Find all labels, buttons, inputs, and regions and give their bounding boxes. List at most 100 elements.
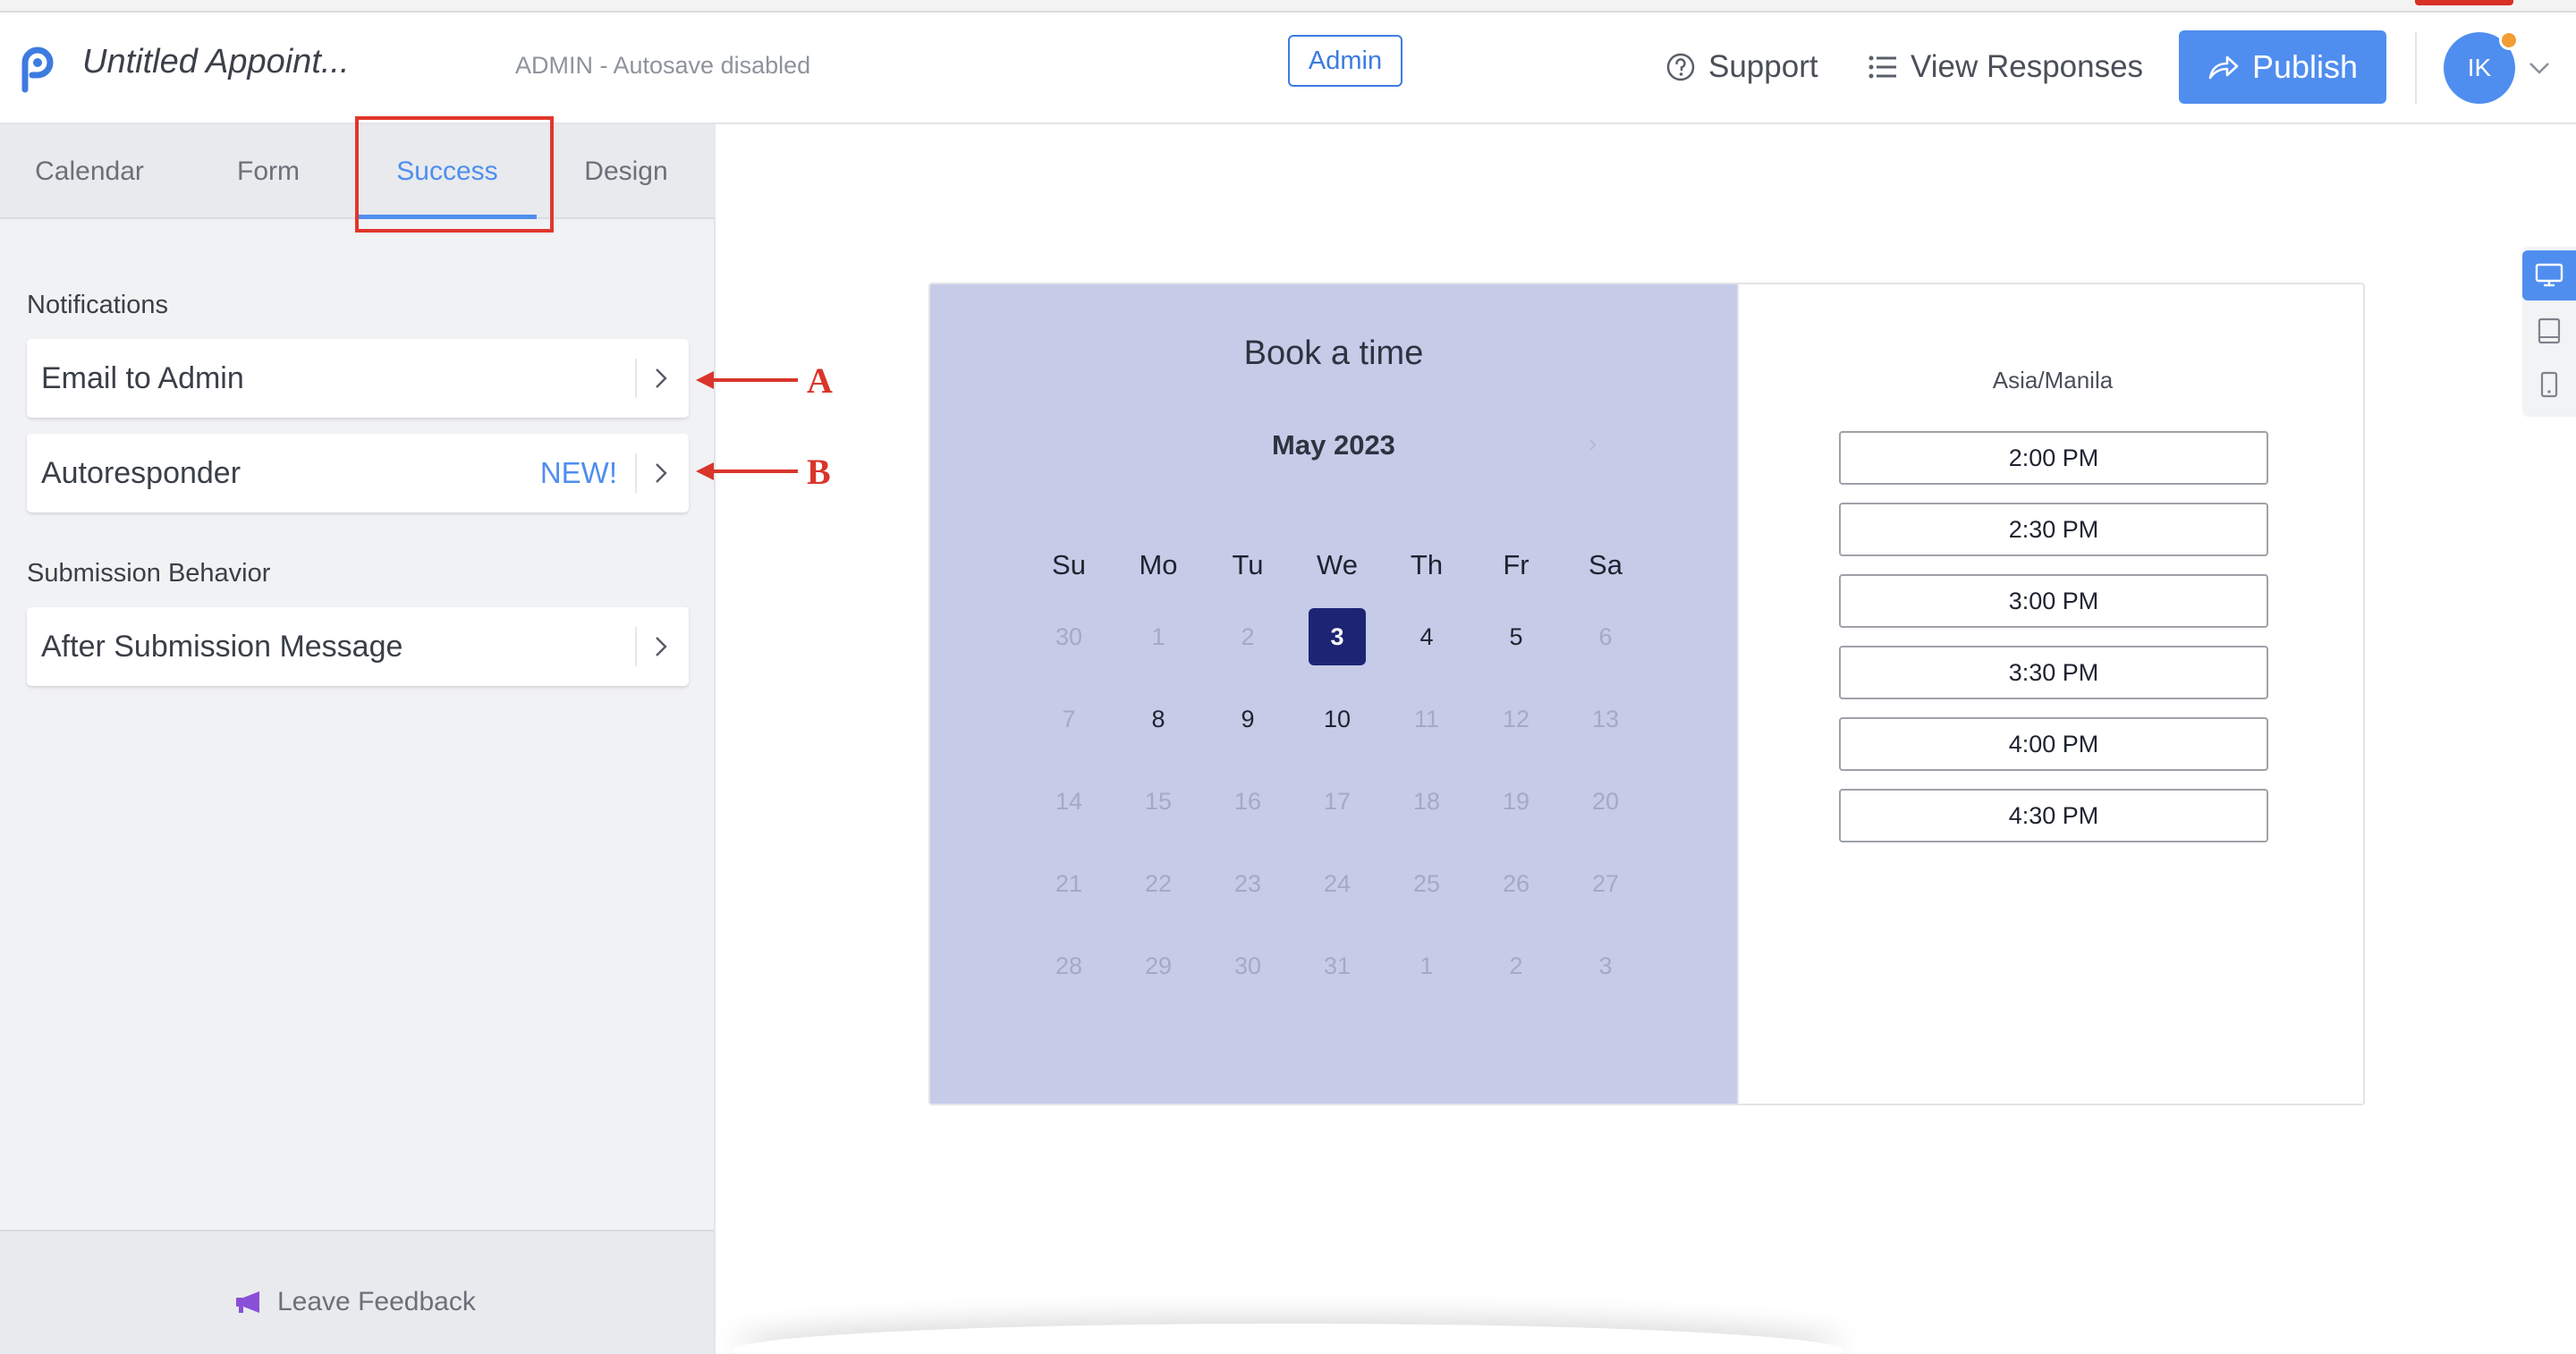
calendar-day: 13: [1591, 705, 1620, 732]
notifications-heading: Notifications: [27, 291, 168, 319]
chevron-right-icon: [656, 637, 667, 656]
publish-button[interactable]: Publish: [2179, 30, 2386, 104]
calendar-day: 31: [1323, 952, 1352, 979]
tab-design[interactable]: Design: [537, 124, 716, 219]
publish-label: Publish: [2251, 48, 2359, 85]
calendar-day: 2: [1509, 952, 1523, 979]
admin-badge[interactable]: Admin: [1288, 35, 1402, 87]
form-title[interactable]: Untitled Appoint...: [82, 43, 350, 81]
tablet-icon: [2538, 317, 2561, 344]
calendar-pane: Book a time May 2023 › Su Mo Tu We Th Fr Sa 30…: [930, 284, 1737, 1104]
calendar-day: 29: [1144, 952, 1173, 979]
autosave-status: ADMIN - Autosave disabled: [515, 52, 811, 79]
timezone-label[interactable]: Asia/Manila: [1739, 367, 2363, 394]
browser-record-indicator: [2415, 0, 2513, 5]
support-label: Support: [1708, 49, 1818, 84]
calendar-day: 17: [1323, 787, 1352, 815]
share-icon: [2208, 55, 2239, 80]
calendar-day: 26: [1502, 869, 1530, 897]
weekday-label: Su: [1052, 549, 1086, 580]
calendar-day[interactable]: 4: [1398, 608, 1455, 665]
calendar-day: 22: [1144, 869, 1173, 897]
row-divider: [635, 359, 637, 398]
mobile-view-button[interactable]: [2522, 360, 2576, 410]
calendar-day[interactable]: 5: [1487, 608, 1545, 665]
weekday-label: We: [1317, 549, 1358, 580]
preview-bottom-shadow: [733, 1324, 1843, 1354]
header-separator: [2415, 32, 2417, 104]
calendar-day: 24: [1323, 869, 1352, 897]
help-circle-icon: [1666, 53, 1695, 81]
calendar-day: 27: [1591, 869, 1620, 897]
app-logo-icon[interactable]: [18, 43, 54, 93]
weekday-label: Mo: [1139, 549, 1178, 580]
view-responses-link[interactable]: View Responses: [1868, 45, 2143, 89]
annotation-letter-b: B: [807, 452, 831, 492]
chevron-right-icon: [656, 368, 667, 388]
chevron-right-icon: [656, 463, 667, 483]
next-month-icon[interactable]: ›: [1589, 429, 1597, 458]
device-switcher: [2522, 247, 2576, 417]
megaphone-icon: [236, 1291, 259, 1313]
selected-day[interactable]: 3: [1309, 608, 1366, 665]
calendar-day: 28: [1055, 952, 1083, 979]
calendar-day: 20: [1591, 787, 1620, 815]
annotation-arrow-b-icon: [696, 462, 798, 480]
time-slot-button[interactable]: 3:30 PM: [1839, 646, 2268, 699]
list-icon: [1868, 55, 1896, 79]
leave-feedback-label: Leave Feedback: [277, 1287, 476, 1316]
row-divider: [635, 453, 637, 493]
calendar-day: 19: [1502, 787, 1530, 815]
weekday-label: Tu: [1232, 549, 1264, 580]
row-label: Autoresponder: [41, 455, 242, 490]
annotation-letter-a: A: [807, 360, 833, 401]
time-slot-button[interactable]: 4:30 PM: [1839, 789, 2268, 842]
tablet-view-button[interactable]: [2522, 306, 2576, 356]
calendar-day: 15: [1144, 787, 1173, 815]
time-slot-button[interactable]: 2:00 PM: [1839, 431, 2268, 485]
feedback-footer: Leave Feedback: [0, 1230, 714, 1354]
calendar-day: 30: [1055, 622, 1083, 650]
calendar-day: 25: [1412, 869, 1441, 897]
calendar-day: 6: [1598, 622, 1613, 650]
calendar-day: 14: [1055, 787, 1083, 815]
annotation-arrow-a-icon: [696, 371, 798, 389]
app-header: Untitled Appoint... ADMIN - Autosave dis…: [0, 13, 2576, 124]
support-link[interactable]: Support: [1665, 45, 1818, 89]
calendar-day: 18: [1412, 787, 1441, 815]
calendar-day: 16: [1233, 787, 1262, 815]
chevron-down-icon[interactable]: [2528, 59, 2551, 77]
calendar-day: 3: [1598, 952, 1613, 979]
settings-sidebar: Calendar Form Success Design Notificatio…: [0, 124, 716, 1354]
booking-title: Book a time: [1243, 334, 1424, 372]
app-window: Untitled Appoint... ADMIN - Autosave dis…: [0, 0, 2576, 1354]
row-label: After Submission Message: [41, 629, 403, 664]
time-slot-button[interactable]: 4:00 PM: [1839, 717, 2268, 771]
email-to-admin-row[interactable]: Email to Admin: [27, 339, 689, 418]
desktop-view-button[interactable]: [2522, 250, 2576, 300]
tab-form[interactable]: Form: [179, 124, 358, 219]
calendar-day: 7: [1062, 705, 1076, 732]
booking-preview-card: Book a time May 2023 › Su Mo Tu We Th Fr Sa 30…: [928, 283, 2365, 1105]
time-slots-pane: Asia/Manila 2:00 PM 2:30 PM 3:00 PM 3:30 PM…: [1737, 284, 2363, 1104]
calendar-day[interactable]: 9: [1219, 690, 1276, 748]
leave-feedback-link[interactable]: Leave Feedback: [234, 1287, 476, 1317]
submission-behavior-heading: Submission Behavior: [27, 559, 271, 588]
autoresponder-row[interactable]: Autoresponder NEW!: [27, 434, 689, 512]
row-label: Email to Admin: [41, 360, 244, 395]
calendar-day[interactable]: 8: [1130, 690, 1187, 748]
after-submission-message-row[interactable]: After Submission Message: [27, 607, 689, 686]
view-responses-label: View Responses: [1911, 49, 2144, 84]
calendar-month: May 2023: [1272, 429, 1395, 461]
success-tab-highlight: [355, 116, 554, 233]
calendar-day[interactable]: 10: [1309, 690, 1366, 748]
calendar-day: 11: [1413, 705, 1440, 732]
notification-dot: [2499, 30, 2519, 50]
calendar-day: 12: [1502, 705, 1530, 732]
time-slot-button[interactable]: 3:00 PM: [1839, 574, 2268, 628]
time-slot-button[interactable]: 2:30 PM: [1839, 503, 2268, 556]
calendar-day: 21: [1055, 869, 1083, 897]
calendar-day: 2: [1241, 622, 1255, 650]
browser-top-strip: [0, 0, 2576, 13]
tab-calendar[interactable]: Calendar: [0, 124, 179, 219]
